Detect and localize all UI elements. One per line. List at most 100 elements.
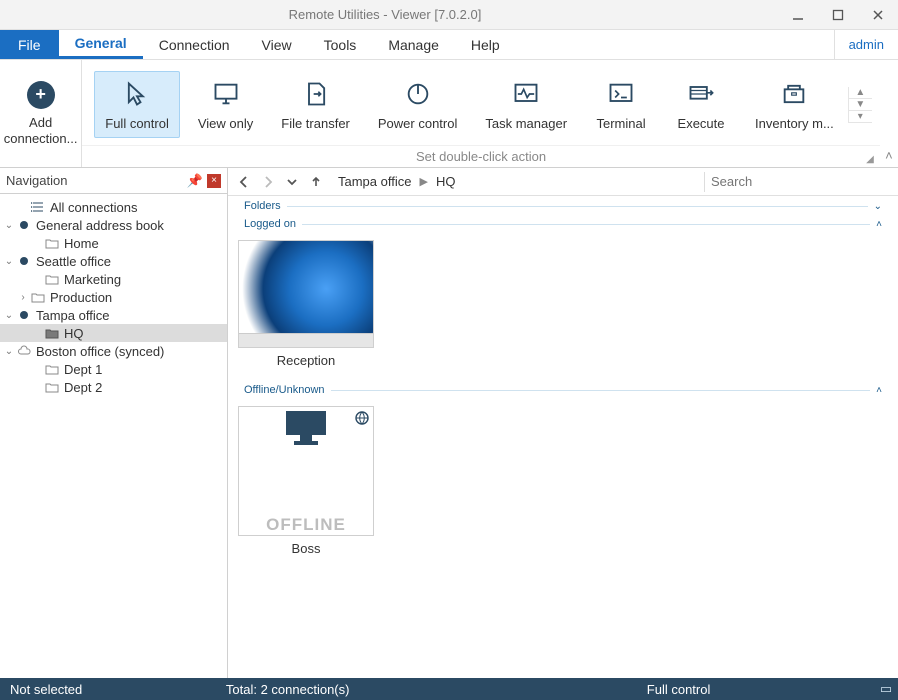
menu-general[interactable]: General <box>59 30 143 59</box>
execute-icon <box>687 78 715 110</box>
status-total: Total: 2 connection(s) <box>92 682 483 697</box>
ribbon-power-control[interactable]: Power control <box>368 72 467 137</box>
menu-tools[interactable]: Tools <box>308 30 373 59</box>
connection-tile-boss[interactable]: OFFLINE Boss <box>238 406 374 556</box>
crumb-tampa[interactable]: Tampa office <box>338 174 411 189</box>
ribbon-view-only[interactable]: View only <box>188 72 263 137</box>
connection-name: Boss <box>292 541 321 556</box>
tree-dept2[interactable]: Dept 2 <box>0 378 227 396</box>
section-offline[interactable]: Offline/Unknown˄ <box>244 382 882 398</box>
window-controls <box>778 0 898 30</box>
chevron-up-icon: ˄ <box>876 219 882 230</box>
ribbon-scroll-more[interactable]: ▾ <box>849 111 872 123</box>
folder-open-icon <box>44 326 60 340</box>
power-icon <box>404 78 432 110</box>
monitor-icon <box>282 407 330 450</box>
ribbon-terminal[interactable]: Terminal <box>585 72 657 137</box>
tree-boston-office[interactable]: ⌄Boston office (synced) <box>0 342 227 360</box>
connection-thumbnail <box>238 240 374 348</box>
tree-hq[interactable]: HQ <box>0 324 227 342</box>
navigation-title: Navigation <box>6 173 187 188</box>
menu-connection[interactable]: Connection <box>143 30 246 59</box>
tree-home[interactable]: Home <box>0 234 227 252</box>
menu-file[interactable]: File <box>0 30 59 59</box>
ribbon-full-control[interactable]: Full control <box>94 71 180 138</box>
chevron-up-icon: ˄ <box>876 385 882 396</box>
ribbon-inventory[interactable]: Inventory m... <box>745 72 844 137</box>
section-logged-on[interactable]: Logged on˄ <box>244 216 882 232</box>
ribbon-collapse-button[interactable]: ˄ <box>880 60 898 167</box>
folder-icon <box>44 362 60 376</box>
monitor-icon <box>212 78 240 110</box>
tree-dept1[interactable]: Dept 1 <box>0 360 227 378</box>
status-selection: Not selected <box>0 682 92 697</box>
crumb-hq[interactable]: HQ <box>436 174 456 189</box>
tree-production[interactable]: ›Production <box>0 288 227 306</box>
nav-forward-button[interactable] <box>256 170 280 194</box>
maximize-button[interactable] <box>818 0 858 30</box>
tree-tampa-office[interactable]: ⌄Tampa office <box>0 306 227 324</box>
main-panel: Tampa office ▶ HQ Folders⌄ Logged on˄ Re… <box>228 168 898 678</box>
breadcrumb: Tampa office ▶ HQ <box>328 174 704 189</box>
ribbon-task-manager[interactable]: Task manager <box>475 72 577 137</box>
status-mode: Full control <box>483 682 874 697</box>
path-bar: Tampa office ▶ HQ <box>228 168 898 196</box>
tree-seattle-office[interactable]: ⌄Seattle office <box>0 252 227 270</box>
nav-history-button[interactable] <box>280 170 304 194</box>
nav-back-button[interactable] <box>232 170 256 194</box>
breadcrumb-sep-icon: ▶ <box>419 175 427 188</box>
offline-status-label: OFFLINE <box>266 515 346 535</box>
folder-icon <box>44 272 60 286</box>
folder-icon <box>44 236 60 250</box>
cloud-icon <box>16 344 32 358</box>
ribbon-actions: Full control View only File transfer Pow… <box>82 60 880 167</box>
connection-name: Reception <box>277 353 336 368</box>
navigation-header: Navigation 📌 × <box>0 168 227 194</box>
chevron-down-icon: ⌄ <box>874 201 882 212</box>
connection-thumbnail-offline: OFFLINE <box>238 406 374 536</box>
add-connection-button[interactable]: + Addconnection... <box>0 60 82 167</box>
ribbon-caption: Set double-click action ◢ <box>82 145 880 167</box>
tree-all-connections[interactable]: All connections <box>0 198 227 216</box>
navigation-tree: All connections ⌄General address book Ho… <box>0 194 227 678</box>
add-connection-label: Addconnection... <box>4 115 78 146</box>
terminal-icon <box>607 78 635 110</box>
ribbon-execute[interactable]: Execute <box>665 72 737 137</box>
ribbon-expand-icon[interactable]: ◢ <box>866 154 874 165</box>
pin-icon[interactable]: 📌 <box>187 173 203 189</box>
list-icon <box>30 200 46 214</box>
file-arrow-icon <box>302 78 330 110</box>
dot-icon <box>16 218 32 232</box>
plus-icon: + <box>27 81 55 109</box>
tree-general-address-book[interactable]: ⌄General address book <box>0 216 227 234</box>
ribbon-file-transfer[interactable]: File transfer <box>271 72 360 137</box>
pulse-icon <box>512 78 540 110</box>
menu-manage[interactable]: Manage <box>372 30 455 59</box>
connection-tile-reception[interactable]: Reception <box>238 240 374 368</box>
window-title: Remote Utilities - Viewer [7.0.2.0] <box>0 7 770 22</box>
menu-help[interactable]: Help <box>455 30 516 59</box>
folder-icon <box>30 290 46 304</box>
menu-view[interactable]: View <box>246 30 308 59</box>
nav-up-button[interactable] <box>304 170 328 194</box>
folder-icon <box>44 380 60 394</box>
nav-close-button[interactable]: × <box>207 174 221 188</box>
status-bar: Not selected Total: 2 connection(s) Full… <box>0 678 898 700</box>
menubar: File General Connection View Tools Manag… <box>0 30 898 60</box>
close-button[interactable] <box>858 0 898 30</box>
status-grip-icon[interactable]: ▭ <box>874 681 898 697</box>
body: Navigation 📌 × All connections ⌄General … <box>0 168 898 678</box>
logged-on-grid: Reception <box>236 234 890 380</box>
content-area: Folders⌄ Logged on˄ Reception Offline/Un… <box>228 196 898 678</box>
section-folders[interactable]: Folders⌄ <box>244 198 882 214</box>
inventory-icon <box>780 78 808 110</box>
navigation-panel: Navigation 📌 × All connections ⌄General … <box>0 168 228 678</box>
ribbon-scroll-up[interactable]: ▲ <box>849 87 872 99</box>
search-input[interactable] <box>704 172 894 192</box>
ribbon: + Addconnection... Full control View onl… <box>0 60 898 168</box>
ribbon-scroll-down[interactable]: ▼ <box>849 99 872 111</box>
dot-icon <box>16 308 32 322</box>
minimize-button[interactable] <box>778 0 818 30</box>
user-label[interactable]: admin <box>834 30 898 59</box>
tree-marketing[interactable]: Marketing <box>0 270 227 288</box>
